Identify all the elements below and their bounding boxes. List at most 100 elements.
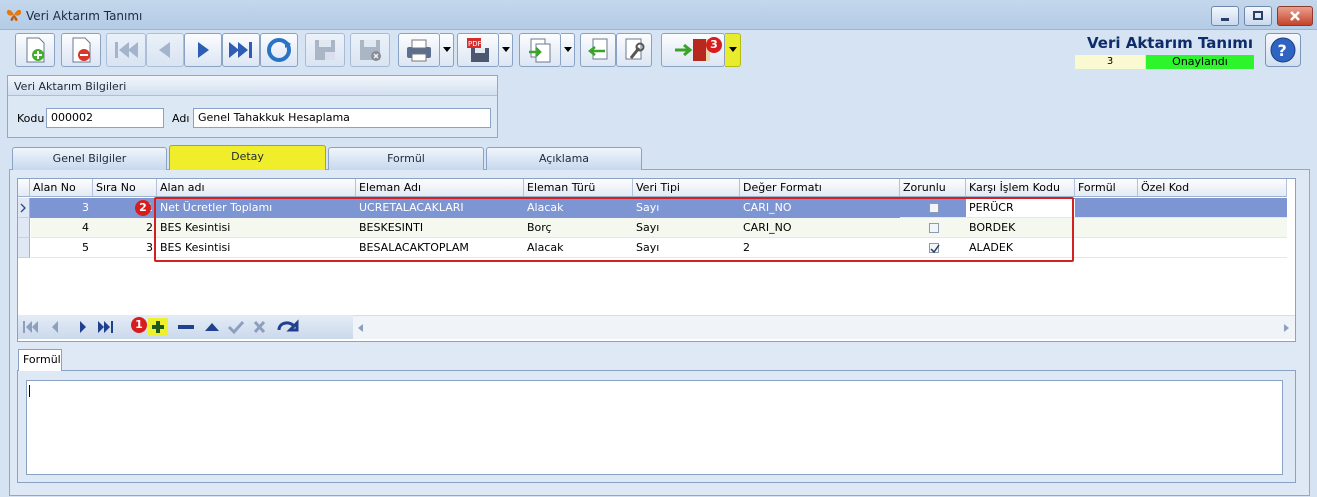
cell-alan-no[interactable]: 3 xyxy=(30,198,93,218)
next-icon xyxy=(198,42,209,58)
group-title: Veri Aktarım Bilgileri xyxy=(14,80,127,93)
previous-nav-button[interactable] xyxy=(46,315,68,339)
first-icon xyxy=(115,42,138,58)
last-icon xyxy=(229,42,252,58)
next-record-button[interactable] xyxy=(184,33,222,67)
help-icon: ? xyxy=(1270,37,1296,63)
tab-detay[interactable]: Detay xyxy=(169,145,326,170)
chevron-down-icon xyxy=(442,47,451,52)
restore-icon xyxy=(1253,11,1263,20)
minimize-icon xyxy=(1221,18,1229,21)
row-pointer-icon xyxy=(20,203,26,213)
column-header-deger-formati[interactable]: Değer Formatı xyxy=(740,179,900,197)
name-label: Adı xyxy=(172,112,190,125)
pdf-save-icon: PDF xyxy=(467,38,489,62)
horizontal-scrollbar[interactable] xyxy=(353,315,1295,339)
column-header-zorunlu[interactable]: Zorunlu xyxy=(900,179,966,197)
delete-record-button[interactable] xyxy=(61,33,101,67)
refresh-row-button[interactable] xyxy=(277,315,301,339)
callout-badge-3: 3 xyxy=(706,37,722,53)
first-record-button[interactable] xyxy=(106,33,146,67)
transfer-button[interactable] xyxy=(519,33,561,67)
cancel-row-button[interactable] xyxy=(253,315,277,339)
tab-formul[interactable]: Formül xyxy=(328,147,484,170)
window-titlebar xyxy=(0,0,1317,30)
wrench-document-icon xyxy=(625,38,645,60)
print-button[interactable] xyxy=(398,33,440,67)
column-header-veri-tipi[interactable]: Veri Tipi xyxy=(633,179,740,197)
cell-sira-no[interactable]: 2 xyxy=(93,218,157,238)
print-dropdown[interactable] xyxy=(440,33,454,67)
column-header-alan-no[interactable]: Alan No xyxy=(30,179,93,197)
svg-text:?: ? xyxy=(1278,41,1287,60)
chevron-down-icon xyxy=(563,47,572,52)
tab-genel-bilgiler[interactable]: Genel Bilgiler xyxy=(12,147,167,170)
form-title: Veri Aktarım Tanımı xyxy=(1086,34,1253,52)
exit-dropdown[interactable] xyxy=(725,33,741,67)
column-header-formul[interactable]: Formül xyxy=(1075,179,1138,197)
row-indicator[interactable] xyxy=(18,238,30,258)
cell-alan-no[interactable]: 5 xyxy=(30,238,93,258)
last-nav-button[interactable] xyxy=(94,315,120,339)
text-caret xyxy=(29,385,30,397)
chevron-down-icon xyxy=(728,47,737,52)
import-button[interactable] xyxy=(580,33,616,67)
code-input[interactable]: 000002 xyxy=(46,108,164,128)
column-header-sira-no[interactable]: Sıra No xyxy=(93,179,157,197)
save-icon xyxy=(315,40,335,60)
status-badge: Onaylandı xyxy=(1146,55,1254,69)
close-icon xyxy=(1290,11,1300,21)
cell-alan-no[interactable]: 4 xyxy=(30,218,93,238)
edit-row-button[interactable] xyxy=(201,315,225,339)
save-button[interactable] xyxy=(305,33,345,67)
butterfly-logo-icon xyxy=(6,9,22,21)
column-header-eleman-adi[interactable]: Eleman Adı xyxy=(356,179,524,197)
save-cancel-icon xyxy=(360,40,381,61)
tab-aciklama[interactable]: Açıklama xyxy=(486,147,642,170)
close-button[interactable] xyxy=(1277,6,1313,26)
delete-row-button[interactable] xyxy=(174,315,198,339)
cancel-save-button[interactable] xyxy=(350,33,390,67)
record-number: 3 xyxy=(1075,55,1145,69)
help-button[interactable]: ? xyxy=(1265,33,1301,67)
first-nav-button[interactable] xyxy=(20,315,46,339)
new-document-icon xyxy=(26,37,45,63)
previous-record-button[interactable] xyxy=(146,33,184,67)
export-dropdown[interactable] xyxy=(499,33,513,67)
callout-badge-2: 2 xyxy=(135,200,151,216)
row-indicator[interactable] xyxy=(18,218,30,238)
column-header-alan-adi[interactable]: Alan adı xyxy=(157,179,356,197)
printer-icon xyxy=(407,39,431,62)
confirm-row-button[interactable] xyxy=(227,315,251,339)
callout-badge-1: 1 xyxy=(131,317,147,333)
svg-text:PDF: PDF xyxy=(468,40,482,48)
grid-corner xyxy=(18,179,30,197)
next-nav-button[interactable] xyxy=(72,315,94,339)
cell-sira-no[interactable]: 3 xyxy=(93,238,157,258)
restore-button[interactable] xyxy=(1244,6,1272,26)
column-header-ozel-kod[interactable]: Özel Kod xyxy=(1138,179,1287,197)
minimize-button[interactable] xyxy=(1211,6,1239,26)
annotation-highlight xyxy=(154,197,1074,262)
tab-formula-sub[interactable]: Formül xyxy=(18,349,62,371)
previous-icon xyxy=(159,42,170,58)
settings-button[interactable] xyxy=(616,33,652,67)
transfer-dropdown[interactable] xyxy=(561,33,575,67)
scroll-arrows xyxy=(358,324,1289,332)
refresh-button[interactable] xyxy=(260,33,298,67)
new-record-button[interactable] xyxy=(15,33,55,67)
column-header-karsi-islem-kodu[interactable]: Karşı İşlem Kodu xyxy=(966,179,1075,197)
import-document-icon xyxy=(587,38,608,60)
document-transfer-icon xyxy=(529,38,551,63)
export-pdf-button[interactable]: PDF xyxy=(457,33,499,67)
last-record-button[interactable] xyxy=(222,33,260,67)
add-row-button[interactable] xyxy=(148,315,170,339)
formula-editor[interactable] xyxy=(26,380,1283,475)
name-input[interactable]: Genel Tahakkuk Hesaplama xyxy=(193,108,491,128)
chevron-down-icon xyxy=(501,47,510,52)
refresh-icon xyxy=(267,38,291,62)
code-label: Kodu xyxy=(17,112,45,125)
window-title: Veri Aktarım Tanımı xyxy=(26,9,143,23)
row-indicator[interactable] xyxy=(18,198,30,218)
column-header-eleman-turu[interactable]: Eleman Türü xyxy=(524,179,633,197)
